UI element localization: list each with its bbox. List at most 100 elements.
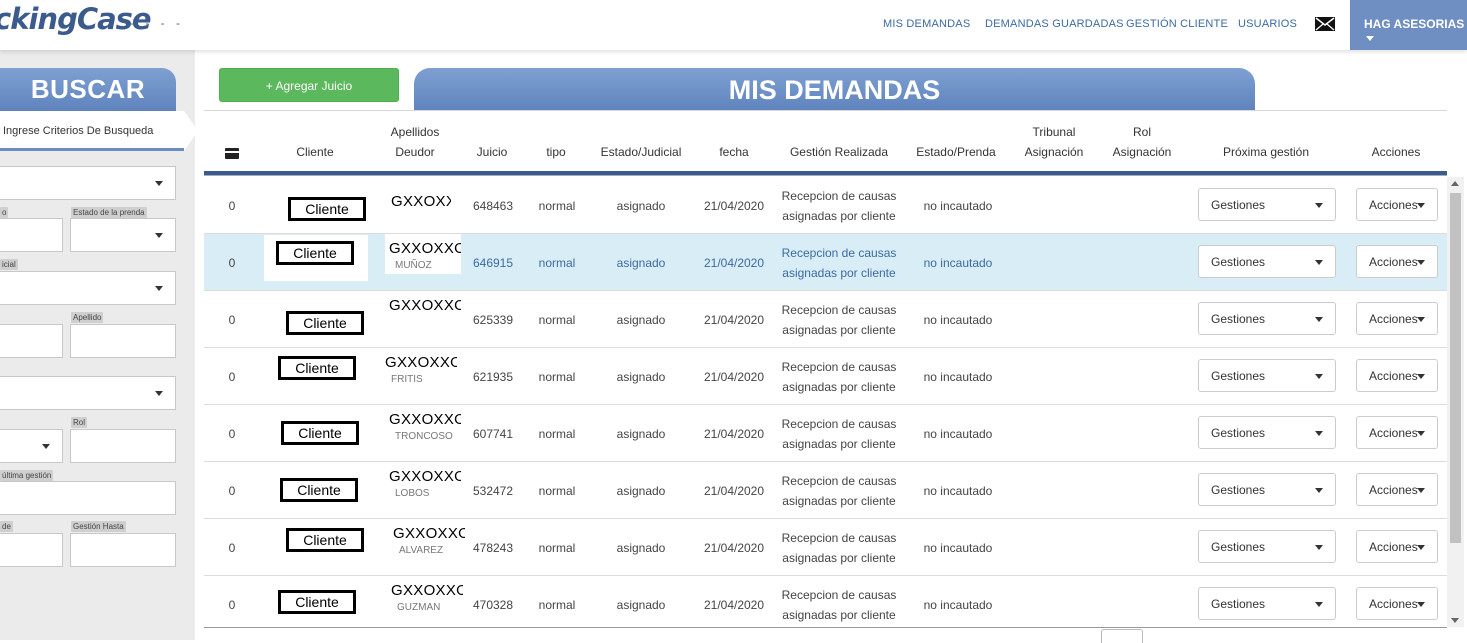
deudor-cell: GXXOXXO LOBOS bbox=[385, 462, 461, 502]
estado-prenda-select[interactable] bbox=[70, 218, 176, 252]
table-row[interactable]: 0 Cliente GXXOXXO ALVAREZ 478243 normal asigna… bbox=[204, 519, 1447, 576]
cliente-cell[interactable]: Cliente bbox=[266, 350, 370, 396]
table-row[interactable]: 0 Cliente GXXOXXO MUÑOZ 646915 normal asignado… bbox=[204, 234, 1447, 291]
nav-mis-demandas[interactable]: MIS DEMANDAS bbox=[883, 18, 970, 30]
row-count: 0 bbox=[228, 312, 236, 327]
header-juicio[interactable]: Juicio bbox=[470, 142, 514, 162]
header-gestion-realizada[interactable]: Gestión Realizada bbox=[783, 142, 895, 162]
estado-judicial-select[interactable] bbox=[0, 271, 176, 305]
header-tribunal-asignacion[interactable]: Tribunal Asignación bbox=[1020, 122, 1088, 162]
deudor-name: GXXOXXO bbox=[393, 525, 465, 542]
table-row[interactable]: 0 Cliente GXXOXXO TRONCOSO 607741 normal asign… bbox=[204, 405, 1447, 462]
proxima-gestion-dropdown[interactable]: Gestiones bbox=[1198, 587, 1336, 620]
rol-input[interactable] bbox=[70, 429, 176, 463]
chevron-down-icon bbox=[1417, 545, 1425, 550]
gestion-line1: Recepcion de causas bbox=[781, 416, 897, 431]
user-menu-button[interactable]: HAG ASESORIAS bbox=[1350, 0, 1467, 50]
table-row[interactable]: 0 Cliente GXXOXXO FRITIS 621935 normal asignad… bbox=[204, 348, 1447, 405]
ultima-gestion-input[interactable] bbox=[0, 481, 176, 515]
cliente-label: Cliente bbox=[281, 421, 359, 445]
app-logo[interactable]: ckingCase bbox=[0, 2, 152, 36]
proxima-gestion-dropdown[interactable]: Gestiones bbox=[1198, 416, 1336, 449]
gestion-realizada-value: Recepcion de causas asignadas por cliente bbox=[779, 234, 899, 291]
mail-icon[interactable] bbox=[1315, 17, 1335, 31]
search-select-3[interactable] bbox=[0, 376, 176, 410]
proxima-gestion-dropdown[interactable]: Gestiones bbox=[1198, 302, 1336, 335]
proxima-gestion-dropdown[interactable]: Gestiones bbox=[1198, 188, 1336, 221]
apellido-input[interactable] bbox=[70, 324, 176, 358]
chevron-down-icon bbox=[1315, 203, 1323, 208]
pagination-control[interactable] bbox=[1101, 629, 1143, 643]
acciones-dropdown[interactable]: Acciones bbox=[1356, 587, 1438, 620]
header-estado-prenda[interactable]: Estado/Prenda bbox=[912, 142, 1000, 162]
scroll-up-icon[interactable] bbox=[1451, 181, 1459, 186]
header-divider-thin bbox=[204, 175, 1447, 176]
header-rol-asignacion[interactable]: Rol Asignación bbox=[1110, 122, 1174, 162]
table-row[interactable]: 0 Cliente GXXOXXO GUZMAN 470328 normal asignad… bbox=[204, 576, 1447, 627]
deudor-cell: GXXOXXO FRITIS bbox=[381, 348, 457, 388]
header-fecha[interactable]: fecha bbox=[710, 142, 758, 162]
acciones-label: Acciones bbox=[1369, 255, 1418, 269]
scroll-down-icon[interactable] bbox=[1451, 618, 1459, 623]
proxima-gestion-dropdown[interactable]: Gestiones bbox=[1198, 530, 1336, 563]
gestion-realizada-value: Recepcion de causas asignadas por cliente bbox=[779, 348, 899, 405]
acciones-label: Acciones bbox=[1369, 426, 1418, 440]
header-apellidos-line1: Apellidos bbox=[390, 125, 440, 139]
estado-judicial-value: asignado bbox=[616, 198, 666, 213]
header-rol-line1: Rol bbox=[1132, 125, 1151, 139]
acciones-dropdown[interactable]: Acciones bbox=[1356, 302, 1438, 335]
row-count: 0 bbox=[228, 255, 236, 270]
acciones-dropdown[interactable]: Acciones bbox=[1356, 473, 1438, 506]
cliente-cell[interactable]: Cliente bbox=[274, 305, 378, 345]
deudor-apellido: GUZMAN bbox=[397, 602, 441, 613]
header-apellidos[interactable]: Apellidos Deudor bbox=[380, 122, 450, 162]
acciones-dropdown[interactable]: Acciones bbox=[1356, 359, 1438, 392]
gestiones-label: Gestiones bbox=[1211, 255, 1266, 269]
cliente-cell[interactable]: Cliente bbox=[264, 235, 368, 281]
table-row[interactable]: 0 Cliente GXXOXXO 648463 normal asignado 21/04… bbox=[204, 177, 1447, 234]
add-juicio-button[interactable]: + Agregar Juicio bbox=[219, 68, 399, 102]
gestion-desde-input[interactable] bbox=[0, 533, 63, 567]
acciones-dropdown[interactable]: Acciones bbox=[1356, 245, 1438, 278]
estado-prenda-value: no incautado bbox=[923, 312, 993, 327]
cliente-cell[interactable]: Cliente bbox=[269, 415, 373, 461]
acciones-dropdown[interactable]: Acciones bbox=[1356, 416, 1438, 449]
gestiones-label: Gestiones bbox=[1211, 540, 1266, 554]
cliente-cell[interactable]: Cliente bbox=[274, 522, 378, 568]
chevron-down-icon bbox=[1315, 488, 1323, 493]
acciones-label: Acciones bbox=[1369, 369, 1418, 383]
scroll-thumb[interactable] bbox=[1450, 193, 1461, 543]
table-row[interactable]: 0 Cliente GXXOXXO 625339 normal asignado 21/04… bbox=[204, 291, 1447, 348]
proxima-gestion-dropdown[interactable]: Gestiones bbox=[1198, 245, 1336, 278]
acciones-dropdown[interactable]: Acciones bbox=[1356, 188, 1438, 221]
tipo-value: normal bbox=[538, 312, 576, 327]
proxima-gestion-dropdown[interactable]: Gestiones bbox=[1198, 359, 1336, 392]
nav-gestion-cliente[interactable]: GESTIÓN CLIENTE bbox=[1126, 18, 1228, 30]
demandas-table: 0 Cliente GXXOXXO 648463 normal asignado 21/04… bbox=[204, 177, 1447, 627]
header-proxima-gestion[interactable]: Próxima gestión bbox=[1214, 142, 1318, 162]
cliente-cell[interactable]: Cliente bbox=[266, 584, 370, 627]
cliente-cell[interactable]: Cliente bbox=[276, 191, 380, 231]
nav-demandas-guardadas[interactable]: DEMANDAS GUARDADAS bbox=[985, 18, 1124, 30]
chevron-down-icon bbox=[1315, 602, 1323, 607]
header-estado-judicial[interactable]: Estado/Judicial bbox=[596, 142, 686, 162]
proxima-gestion-dropdown[interactable]: Gestiones bbox=[1198, 473, 1336, 506]
table-scrollbar[interactable] bbox=[1447, 177, 1464, 627]
deudor-apellido: TRONCOSO bbox=[395, 431, 453, 442]
chevron-down-icon bbox=[155, 391, 163, 396]
header-tipo[interactable]: tipo bbox=[536, 142, 576, 162]
search-input-nombre[interactable] bbox=[0, 324, 63, 358]
field-label-ultima-gestion: última gestión bbox=[0, 470, 54, 481]
search-select-1[interactable] bbox=[0, 166, 176, 200]
header-acciones[interactable]: Acciones bbox=[1364, 142, 1428, 162]
acciones-label: Acciones bbox=[1369, 540, 1418, 554]
table-row[interactable]: 0 Cliente GXXOXXO LOBOS 532472 normal asignado… bbox=[204, 462, 1447, 519]
nav-usuarios[interactable]: USUARIOS bbox=[1238, 18, 1297, 30]
gestion-hasta-input[interactable] bbox=[70, 533, 176, 567]
header-cliente[interactable]: Cliente bbox=[285, 142, 345, 162]
acciones-dropdown[interactable]: Acciones bbox=[1356, 530, 1438, 563]
search-input-2[interactable] bbox=[0, 218, 63, 252]
search-select-4[interactable] bbox=[0, 429, 63, 463]
criteria-arrow bbox=[184, 111, 198, 151]
cliente-cell[interactable]: Cliente bbox=[268, 472, 372, 518]
